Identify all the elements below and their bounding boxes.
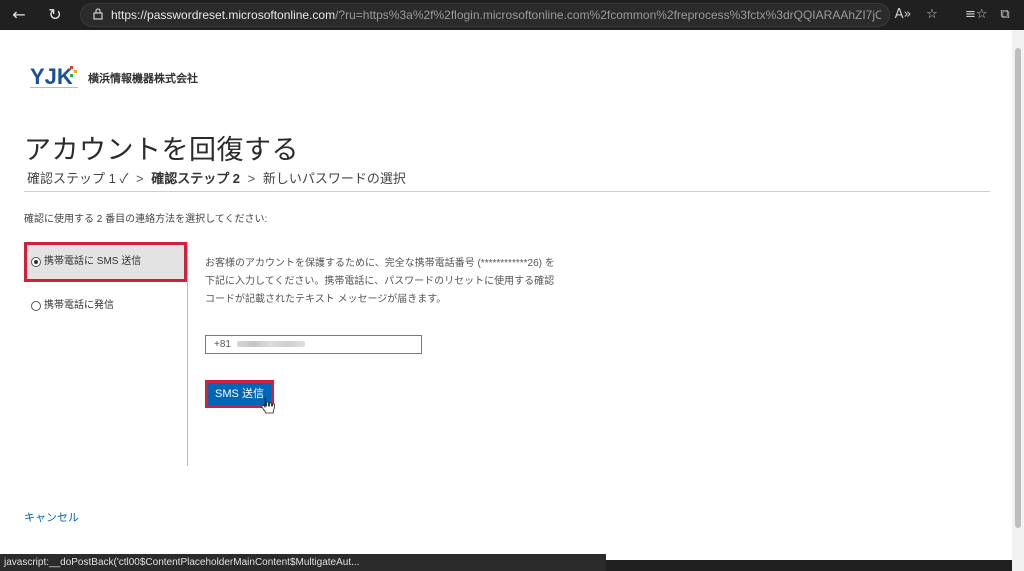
browser-toolbar: ← ↻ https://passwordreset.microsoftonlin… bbox=[0, 0, 1024, 30]
cancel-link[interactable]: キャンセル bbox=[24, 509, 79, 525]
step-separator: > bbox=[247, 171, 256, 186]
radio-selected-icon[interactable] bbox=[31, 257, 41, 267]
instruction-text: 確認に使用する 2 番目の連絡方法を選択してください: bbox=[24, 214, 268, 225]
back-arrow-icon[interactable]: ← bbox=[8, 4, 30, 26]
lock-icon bbox=[93, 8, 103, 20]
option-sms-label: 携帯電話に SMS 送信 bbox=[44, 256, 142, 267]
divider bbox=[24, 191, 990, 192]
option-sms[interactable]: 携帯電話に SMS 送信 bbox=[24, 242, 187, 282]
scrollbar-thumb[interactable] bbox=[1015, 48, 1021, 528]
vertical-scrollbar[interactable] bbox=[1012, 30, 1024, 571]
radio-unselected-icon[interactable] bbox=[31, 301, 41, 311]
redacted-phone-number bbox=[236, 341, 305, 348]
url-text: https://passwordreset.microsoftonline.co… bbox=[111, 8, 881, 22]
url-path: /?ru=https%3a%2f%2flogin.microsoftonline… bbox=[335, 8, 881, 22]
url-host: https://passwordreset.microsoftonline.co… bbox=[111, 8, 336, 22]
sms-description: お客様のアカウントを保護するために、完全な携帯電話番号 (***********… bbox=[205, 258, 555, 305]
page-title: アカウントを回復する bbox=[24, 135, 299, 166]
company-name: 横浜情報機器株式会社 bbox=[88, 73, 198, 85]
address-bar[interactable]: https://passwordreset.microsoftonline.co… bbox=[80, 3, 890, 27]
hand-cursor-icon bbox=[260, 397, 275, 414]
option-call-label: 携帯電話に発信 bbox=[44, 300, 114, 311]
status-bar: javascript:__doPostBack('ctl00$ContentPl… bbox=[0, 554, 606, 571]
company-logo: YJK bbox=[30, 64, 78, 89]
collections-icon[interactable]: ⧉ bbox=[995, 5, 1015, 25]
read-aloud-icon[interactable]: A» bbox=[893, 5, 913, 25]
refresh-icon[interactable]: ↻ bbox=[44, 4, 66, 26]
step-3-label: 新しいパスワードの選択 bbox=[262, 171, 406, 186]
step-separator: > bbox=[135, 171, 144, 186]
favorites-list-icon[interactable]: ≡☆ bbox=[965, 5, 988, 25]
contact-method-list: 携帯電話に SMS 送信 携帯電話に発信 bbox=[24, 242, 188, 466]
phone-prefix: +81 bbox=[214, 339, 231, 350]
step-2-label: 確認ステップ 2 bbox=[151, 171, 241, 186]
svg-text:YJK: YJK bbox=[30, 64, 73, 89]
favorite-star-icon[interactable]: ☆ bbox=[922, 5, 942, 25]
phone-number-field[interactable]: +81 bbox=[205, 335, 422, 354]
option-call[interactable]: 携帯電話に発信 bbox=[24, 286, 187, 326]
step-breadcrumb: 確認ステップ 1 ✓ > 確認ステップ 2 > 新しいパスワードの選択 bbox=[27, 168, 406, 187]
page-viewport: YJK 横浜情報機器株式会社 アカウントを回復する 確認ステップ 1 ✓ > 確… bbox=[0, 30, 1012, 560]
step-1-label: 確認ステップ 1 ✓ bbox=[27, 171, 129, 186]
